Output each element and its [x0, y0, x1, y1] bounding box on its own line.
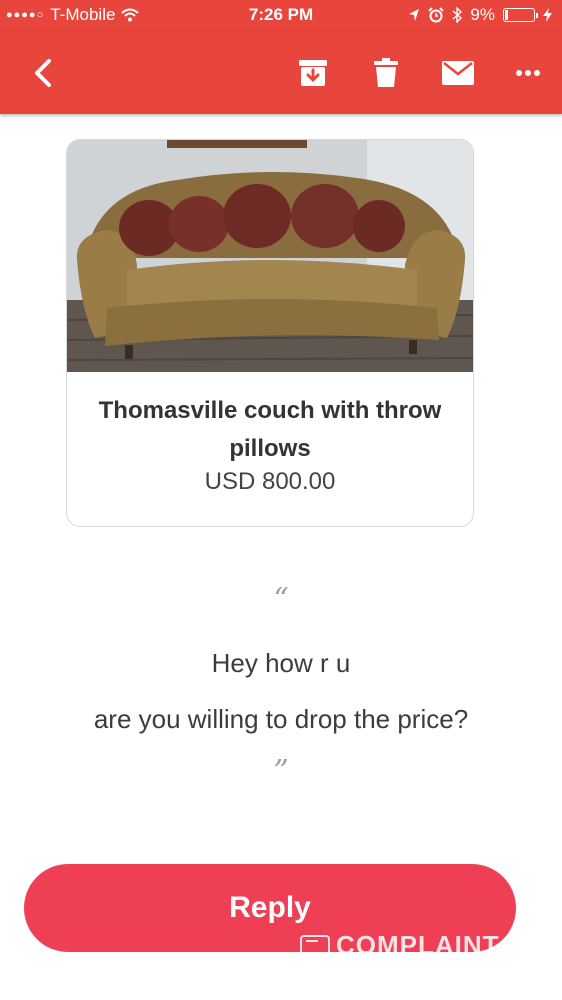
trash-icon: [374, 58, 398, 87]
status-right: 9%: [408, 5, 552, 25]
mark-unread-button[interactable]: [436, 32, 480, 114]
delete-button[interactable]: [366, 32, 406, 114]
app-toolbar: [0, 32, 562, 114]
close-quote-mark: ”: [273, 754, 289, 789]
more-button[interactable]: [506, 32, 550, 114]
listing-price: USD 800.00: [204, 468, 336, 495]
back-button[interactable]: [22, 32, 62, 114]
open-quote-mark: “: [273, 582, 289, 617]
battery-fill: [505, 10, 508, 20]
listing-card[interactable]: Thomasville couch with throw pillows USD…: [66, 139, 474, 527]
listing-title: Thomasville couch with throw pillows: [98, 397, 442, 462]
mail-icon: [442, 61, 474, 85]
archive-icon: [299, 60, 327, 86]
more-dots-icon: [516, 70, 540, 76]
charging-bolt-icon: [543, 8, 552, 22]
watermark-text: COMPLAINT: [336, 930, 500, 960]
couch-photo: [67, 140, 473, 372]
battery-icon: [503, 8, 538, 22]
location-arrow-icon: [409, 9, 420, 21]
archive-button[interactable]: [292, 32, 334, 114]
watermark-logo-icon: [300, 934, 330, 957]
status-bar: ●●●●○ T-Mobile 7:26 PM 9%: [0, 0, 562, 32]
message-line-1: Hey how r u: [211, 648, 351, 678]
battery-percent: 9%: [470, 5, 495, 24]
back-chevron-icon: [35, 59, 51, 87]
bluetooth-icon: [452, 7, 463, 23]
message-line-2: are you willing to drop the price?: [93, 704, 469, 734]
alarm-icon: [428, 7, 445, 23]
watermark: COMPLAINT: [300, 930, 500, 961]
